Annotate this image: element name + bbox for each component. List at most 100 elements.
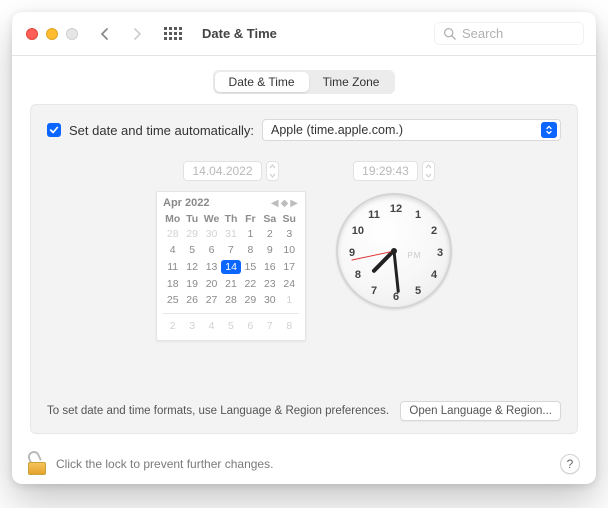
tab-time-zone[interactable]: Time Zone — [309, 72, 394, 92]
titlebar: Date & Time — [12, 12, 596, 56]
tab-date-time[interactable]: Date & Time — [215, 72, 309, 92]
calendar-day[interactable]: 15 — [241, 258, 260, 276]
close-window-button[interactable] — [26, 28, 38, 40]
calendar-day[interactable]: 30 — [260, 292, 279, 308]
calendar-weekday-header: Mo — [163, 212, 182, 226]
calendar-day[interactable]: 4 — [163, 242, 182, 258]
footer: Click the lock to prevent further change… — [12, 444, 596, 484]
calendar-weekday-header: We — [202, 212, 221, 226]
search-field[interactable] — [434, 22, 584, 45]
calendar-weekday-header: Su — [280, 212, 299, 226]
calendar-day[interactable]: 7 — [221, 242, 240, 258]
calendar-day[interactable]: 24 — [280, 276, 299, 292]
clock-number: 8 — [355, 269, 361, 281]
forward-button — [126, 23, 148, 45]
calendar-day[interactable]: 10 — [280, 242, 299, 258]
calendar-day[interactable]: 8 — [241, 242, 260, 258]
calendar-weekday-header: Fr — [241, 212, 260, 226]
open-language-region-button[interactable]: Open Language & Region... — [400, 401, 561, 421]
calendar-day[interactable]: 7 — [260, 318, 279, 334]
calendar-next-icon[interactable]: ▶ — [289, 198, 299, 209]
clock-number: 1 — [415, 209, 421, 221]
tab-bar: Date & Time Time Zone — [30, 70, 578, 94]
time-stepper[interactable] — [422, 161, 435, 181]
calendar-day[interactable]: 17 — [280, 258, 299, 276]
content-area: Date & Time Time Zone Set date and time … — [12, 56, 596, 444]
date-field: 14.04.2022 — [183, 161, 278, 181]
show-all-icon[interactable] — [164, 27, 182, 40]
lock-text: Click the lock to prevent further change… — [56, 457, 273, 471]
minute-hand — [393, 251, 400, 293]
calendar-weekday-header: Th — [221, 212, 240, 226]
calendar-day[interactable]: 19 — [182, 276, 201, 292]
calendar-day[interactable]: 6 — [241, 318, 260, 334]
calendar-grid: MoTuWeThFrSaSu 2829303112345678910111213… — [163, 212, 299, 334]
back-button[interactable] — [94, 23, 116, 45]
calendar: Apr 2022 ◀ ◆ ▶ MoTuWeThFrSaSu 2829303112… — [156, 191, 306, 341]
time-server-dropdown[interactable]: Apple (time.apple.com.) — [262, 119, 561, 141]
calendar-day[interactable]: 12 — [182, 258, 201, 276]
calendar-day[interactable]: 28 — [221, 292, 240, 308]
calendar-day[interactable]: 13 — [202, 258, 221, 276]
chevron-up-icon — [425, 164, 432, 169]
calendar-day[interactable]: 3 — [280, 226, 299, 242]
zoom-window-button — [66, 28, 78, 40]
calendar-day[interactable]: 2 — [163, 318, 182, 334]
calendar-weekday-header: Sa — [260, 212, 279, 226]
calendar-day[interactable]: 5 — [221, 318, 240, 334]
calendar-day[interactable]: 29 — [182, 226, 201, 242]
clock-number: 4 — [431, 269, 437, 281]
calendar-day[interactable]: 1 — [280, 292, 299, 308]
date-column: 14.04.2022 Apr 2022 ◀ ◆ ▶ — [156, 161, 306, 341]
calendar-day[interactable]: 30 — [202, 226, 221, 242]
calendar-day[interactable]: 29 — [241, 292, 260, 308]
help-button[interactable]: ? — [560, 454, 580, 474]
calendar-day[interactable]: 4 — [202, 318, 221, 334]
calendar-day[interactable]: 20 — [202, 276, 221, 292]
search-input[interactable] — [462, 26, 575, 41]
calendar-day[interactable]: 28 — [163, 226, 182, 242]
calendar-day[interactable]: 31 — [221, 226, 240, 242]
calendar-day[interactable]: 14 — [221, 258, 240, 276]
calendar-day[interactable]: 5 — [182, 242, 201, 258]
clock-number: 12 — [390, 203, 402, 215]
date-value[interactable]: 14.04.2022 — [183, 161, 261, 181]
lock-icon[interactable] — [28, 453, 46, 475]
calendar-day[interactable]: 27 — [202, 292, 221, 308]
calendar-day[interactable]: 25 — [163, 292, 182, 308]
calendar-day[interactable]: 18 — [163, 276, 182, 292]
auto-datetime-checkbox[interactable] — [47, 123, 61, 137]
calendar-day[interactable]: 9 — [260, 242, 279, 258]
window-title: Date & Time — [202, 26, 277, 41]
time-value[interactable]: 19:29:43 — [353, 161, 418, 181]
preferences-window: Date & Time Date & Time Time Zone Set da… — [12, 12, 596, 484]
calendar-day[interactable]: 3 — [182, 318, 201, 334]
clock-number: 10 — [352, 225, 364, 237]
calendar-day[interactable]: 26 — [182, 292, 201, 308]
calendar-day[interactable]: 21 — [221, 276, 240, 292]
chevron-down-icon — [425, 173, 432, 178]
calendar-day[interactable]: 16 — [260, 258, 279, 276]
clock-number: 7 — [371, 285, 377, 297]
clock-number: 2 — [431, 225, 437, 237]
window-controls — [26, 28, 78, 40]
date-stepper[interactable] — [266, 161, 279, 181]
calendar-day[interactable]: 8 — [280, 318, 299, 334]
calendar-weekday-header: Tu — [182, 212, 201, 226]
chevron-up-icon — [269, 164, 276, 169]
calendar-day[interactable]: 23 — [260, 276, 279, 292]
minimize-window-button[interactable] — [46, 28, 58, 40]
calendar-today-icon[interactable]: ◆ — [280, 198, 290, 209]
clock-center — [391, 248, 397, 254]
check-icon — [49, 125, 59, 135]
clock-number: 5 — [415, 285, 421, 297]
calendar-prev-icon[interactable]: ◀ — [270, 198, 280, 209]
clock-number: 9 — [349, 247, 355, 259]
time-server-value: Apple (time.apple.com.) — [271, 123, 403, 137]
calendar-day[interactable]: 11 — [163, 258, 182, 276]
calendar-day[interactable]: 6 — [202, 242, 221, 258]
calendar-day[interactable]: 1 — [241, 226, 260, 242]
calendar-day[interactable]: 2 — [260, 226, 279, 242]
dropdown-arrows-icon — [541, 122, 557, 138]
calendar-day[interactable]: 22 — [241, 276, 260, 292]
